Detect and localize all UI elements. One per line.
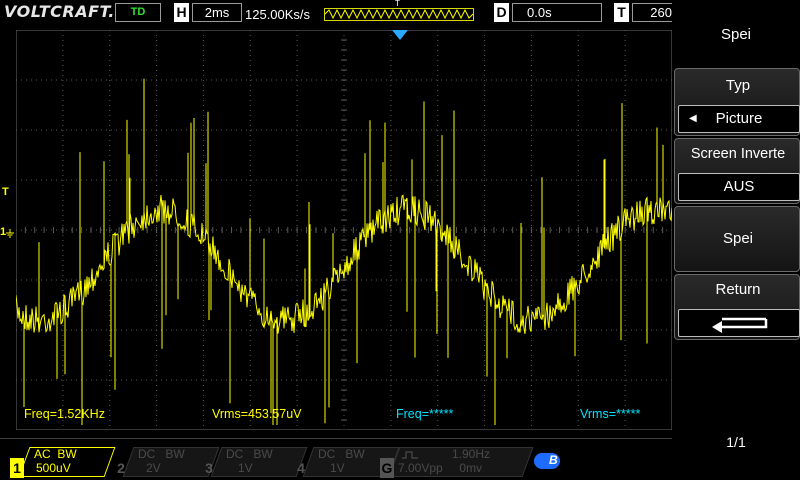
ch1-scale: 500uV: [36, 461, 71, 475]
return-arrow-field: [678, 309, 800, 337]
ch3-bw: BW: [253, 447, 273, 461]
measurement-ch1-vrms-text: Vrms=453.57uV: [212, 407, 302, 421]
ch3-number: 3: [205, 460, 213, 476]
measurement-ch1-freq-text: Freq=1.52KHz: [24, 407, 105, 421]
ch2-status[interactable]: 2 DC BW 2V: [114, 445, 220, 479]
generator-freq: 1.90Hz: [452, 447, 491, 461]
generator-amplitude: 7.00Vpp: [398, 461, 443, 475]
menu-title: Spei: [720, 26, 752, 43]
generator-letter: G: [380, 458, 394, 478]
ch4-status[interactable]: 4 DC BW 1V: [294, 445, 400, 479]
ch3-coupling-bw: DC BW: [226, 447, 273, 461]
generator-status[interactable]: G 1.90Hz 7.00Vpp 0mv: [380, 445, 534, 479]
ch1-bw: BW: [57, 447, 77, 461]
ch4-number: 4: [297, 460, 305, 476]
ch3-coupling: DC: [226, 447, 244, 461]
oscilloscope-graticule[interactable]: [16, 30, 672, 430]
left-arrow-icon: ◀: [689, 113, 697, 124]
measurement-ch1-freq: Freq=1.52KHz: [24, 407, 105, 421]
ch4-scale: 1V: [330, 461, 345, 475]
menu-invert-panel[interactable]: Screen Inverte AUS: [674, 138, 800, 204]
ch1-status[interactable]: 1 AC BW 500uV: [10, 445, 118, 479]
trigger-level-field[interactable]: 260: [632, 3, 672, 22]
delay-letter: D: [494, 3, 509, 22]
measurement-ch2-vrms-text: Vrms=*****: [580, 407, 641, 421]
sample-rate: 125.00Ks/s: [245, 7, 311, 22]
menu-type-panel[interactable]: Typ ◀ Picture: [674, 68, 800, 136]
ch2-coupling: DC: [138, 447, 156, 461]
timebase-field[interactable]: 2ms: [192, 3, 242, 22]
ch2-bw: BW: [165, 447, 185, 461]
ch3-scale: 1V: [238, 461, 253, 475]
ch1-coupling-bw: AC BW: [34, 447, 77, 461]
trigger-level-marker[interactable]: T: [2, 186, 9, 198]
ch4-coupling-bw: DC BW: [318, 447, 365, 461]
ch2-number: 2: [117, 460, 125, 476]
trigger-letter: T: [614, 3, 629, 22]
menu-invert-value[interactable]: AUS: [678, 173, 800, 201]
measurement-ch2-freq-text: Freq=*****: [396, 407, 454, 421]
square-wave-icon: [402, 451, 418, 459]
menu-type-label: Typ: [725, 77, 751, 94]
ch4-bw: BW: [345, 447, 365, 461]
trigger-level-label: T: [2, 186, 9, 198]
menu-return-button[interactable]: Return: [674, 274, 800, 340]
ch3-status[interactable]: 3 DC BW 1V: [202, 445, 308, 479]
menu-return-label: Return: [715, 281, 761, 298]
delay-field[interactable]: 0.0s: [512, 3, 602, 22]
ch2-scale: 2V: [146, 461, 161, 475]
brand-logo: VOLTCRAFT.: [4, 2, 115, 21]
horizontal-letter: H: [174, 3, 189, 22]
trigger-wave-icon: [325, 9, 473, 20]
menu-type-value-text: Picture: [715, 110, 763, 127]
trigger-position-strip: T: [324, 0, 474, 21]
menu-invert-label: Screen Inverte: [690, 146, 786, 162]
acquisition-mode-badge[interactable]: TD: [115, 3, 161, 22]
measurement-ch2-vrms: Vrms=*****: [580, 407, 640, 421]
measurement-ch2-freq: Freq=*****: [396, 407, 453, 421]
bluetooth-status[interactable]: B: [534, 453, 560, 469]
menu-type-value[interactable]: ◀ Picture: [678, 105, 800, 133]
channel-status-bar: 1 AC BW 500uV 2 DC BW 2V 3 DC BW 1V 4 DC…: [0, 438, 672, 480]
measurement-ch1-vrms: Vrms=453.57uV: [212, 407, 302, 421]
top-status-bar: VOLTCRAFT. TD H 2ms 125.00Ks/s T D 0.0s …: [0, 0, 672, 28]
ch1-number: 1: [10, 458, 24, 478]
menu-page-indicator: 1/1: [726, 434, 746, 450]
generator-offset: 0mv: [459, 461, 483, 475]
ch1-ground-marker[interactable]: 1: [0, 226, 16, 240]
ch4-coupling: DC: [318, 447, 336, 461]
generator-amplitude-offset: 7.00Vpp 0mv: [398, 461, 482, 475]
menu-save-label: Spei: [722, 230, 754, 247]
save-menu: Spei Typ ◀ Picture Screen Inverte AUS Sp…: [672, 0, 800, 480]
trigger-position-marker: T: [395, 0, 400, 8]
menu-save-button[interactable]: Spei: [674, 206, 800, 272]
return-arrow-icon: [712, 317, 768, 333]
ground-icon: [6, 229, 14, 238]
bluetooth-icon: B: [549, 453, 558, 467]
ch1-coupling: AC: [34, 447, 51, 461]
ch2-coupling-bw: DC BW: [138, 447, 185, 461]
